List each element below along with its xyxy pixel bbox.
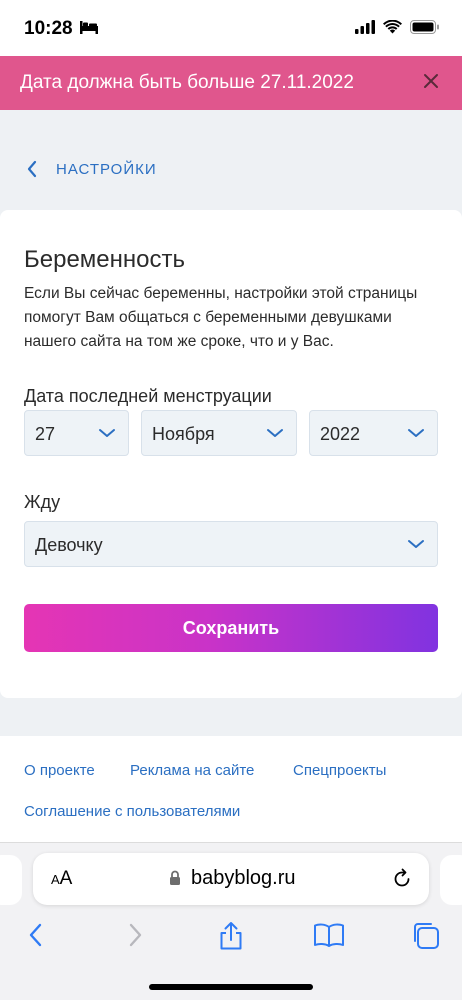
status-time: 10:28 (24, 18, 73, 39)
chevron-down-icon (408, 429, 424, 437)
url-text: babyblog.ru (191, 867, 296, 889)
sleep-mode-icon (80, 21, 98, 34)
chevron-down-icon (267, 429, 283, 437)
footer-link-ads[interactable]: Реклама на сайте (130, 762, 254, 779)
pregnancy-settings-card: Беременность Если Вы сейчас беременны, н… (0, 210, 462, 698)
previous-tab-peek[interactable] (0, 855, 22, 905)
footer-links: О проекте Реклама на сайте Спецпроекты С… (0, 736, 462, 842)
save-button[interactable]: Сохранить (24, 604, 438, 652)
wifi-icon (383, 20, 402, 34)
home-indicator (149, 984, 313, 990)
year-value: 2022 (320, 424, 361, 444)
year-select[interactable]: 2022 (309, 410, 438, 456)
bookmarks-icon[interactable] (313, 921, 345, 949)
last-period-label: Дата последней менструации (24, 386, 272, 406)
close-icon[interactable] (420, 70, 442, 92)
status-bar: 10:28 (0, 0, 462, 56)
forward-icon[interactable] (124, 921, 146, 949)
text-size-button[interactable]: AA (51, 868, 72, 890)
status-indicators (355, 20, 440, 34)
reload-icon[interactable] (391, 867, 413, 889)
toast-message: Дата должна быть больше 27.11.2022 (20, 72, 354, 93)
day-select[interactable]: 27 (24, 410, 129, 456)
day-value: 27 (35, 424, 56, 444)
month-select[interactable]: Ноября (141, 410, 297, 456)
back-to-settings-link[interactable]: НАСТРОЙКИ (26, 160, 157, 178)
page-title: Беременность (24, 246, 185, 273)
cellular-signal-icon (355, 20, 375, 34)
error-toast: Дата должна быть больше 27.11.2022 (0, 56, 462, 110)
browser-toolbar: AA babyblog.ru (0, 842, 462, 1000)
gender-value: Девочку (35, 535, 103, 555)
footer-link-user-agreement[interactable]: Соглашение с пользователями (24, 803, 240, 820)
page-description: Если Вы сейчас беременны, настройки этой… (24, 285, 418, 350)
next-tab-peek[interactable] (440, 855, 462, 905)
address-bar[interactable]: AA babyblog.ru (33, 853, 429, 905)
month-value: Ноября (152, 424, 215, 444)
footer-link-about[interactable]: О проекте (24, 762, 95, 779)
share-icon[interactable] (217, 921, 245, 951)
chevron-down-icon (99, 429, 115, 437)
gender-select[interactable]: Девочку (24, 521, 438, 567)
expect-label: Жду (24, 492, 61, 512)
chevron-down-icon (408, 540, 424, 548)
back-icon[interactable] (25, 921, 47, 949)
battery-icon (410, 20, 439, 34)
lock-icon (170, 870, 180, 885)
footer-link-special-projects[interactable]: Спецпроекты (293, 762, 386, 779)
tabs-icon[interactable] (411, 921, 441, 951)
chevron-left-icon (27, 160, 37, 178)
back-label: НАСТРОЙКИ (56, 160, 157, 178)
